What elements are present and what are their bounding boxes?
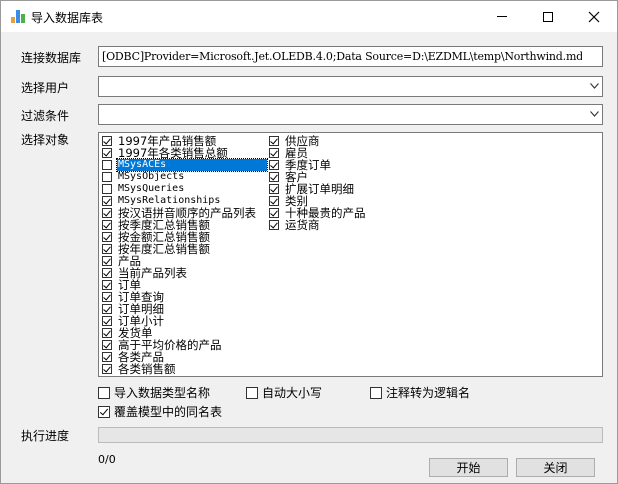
import-types-option[interactable]: 导入数据类型名称 <box>98 384 210 401</box>
object-list-item[interactable]: MSysACEs <box>102 158 268 172</box>
auto-case-option[interactable]: 自动大小写 <box>246 384 322 401</box>
filter-label: 过滤条件 <box>21 109 70 123</box>
objects-column-2: 供应商 雇员 季度订单 客户 扩展订单明细 类别 十种最贵的产品 运货商 <box>269 135 367 231</box>
title-bar[interactable]: 导入数据库表 <box>1 1 617 32</box>
object-checkbox[interactable] <box>102 352 112 362</box>
window-title: 导入数据库表 <box>31 11 104 25</box>
close-icon <box>588 11 600 22</box>
objects-label: 选择对象 <box>21 133 70 147</box>
object-checkbox[interactable] <box>102 136 112 146</box>
object-checkbox[interactable] <box>269 136 279 146</box>
comment-logic-checkbox[interactable] <box>370 386 382 399</box>
chevron-down-icon <box>590 111 599 117</box>
connection-field[interactable]: [ODBC]Provider=Microsoft.Jet.OLEDB.4.0;D… <box>98 46 603 67</box>
progress-count: 0/0 <box>98 453 116 466</box>
object-checkbox[interactable] <box>102 328 112 338</box>
object-label: MSysACEs <box>116 158 268 172</box>
overwrite-option[interactable]: 覆盖模型中的同名表 <box>98 403 222 420</box>
comment-logic-label: 注释转为逻辑名 <box>386 386 471 400</box>
object-checkbox[interactable] <box>102 184 112 194</box>
object-checkbox[interactable] <box>102 220 112 230</box>
minimize-icon <box>497 16 507 17</box>
import-types-checkbox[interactable] <box>98 386 110 399</box>
object-checkbox[interactable] <box>102 304 112 314</box>
progress-bar <box>98 427 603 443</box>
auto-case-checkbox[interactable] <box>246 386 258 399</box>
object-checkbox[interactable] <box>102 232 112 242</box>
object-checkbox[interactable] <box>102 160 112 170</box>
auto-case-label: 自动大小写 <box>262 386 323 400</box>
object-checkbox[interactable] <box>102 292 112 302</box>
filter-select[interactable] <box>98 104 603 125</box>
object-label: MSysObjects <box>118 171 185 182</box>
user-select[interactable] <box>98 76 603 97</box>
object-label: 运货商 <box>285 218 320 232</box>
object-checkbox[interactable] <box>269 184 279 194</box>
object-checkbox[interactable] <box>269 196 279 206</box>
object-list-item[interactable]: MSysQueries <box>102 183 267 195</box>
object-checkbox[interactable] <box>102 256 112 266</box>
maximize-button[interactable] <box>525 1 571 32</box>
minimize-button[interactable] <box>479 1 525 32</box>
comment-logic-option[interactable]: 注释转为逻辑名 <box>370 384 470 401</box>
object-list-item[interactable]: 供应商 <box>269 135 367 147</box>
object-checkbox[interactable] <box>102 244 112 254</box>
connection-label: 连接数据库 <box>21 51 82 65</box>
object-checkbox[interactable] <box>269 172 279 182</box>
object-checkbox[interactable] <box>102 316 112 326</box>
chevron-down-icon <box>590 83 599 89</box>
object-checkbox[interactable] <box>269 160 279 170</box>
object-list-item[interactable]: 运货商 <box>269 219 367 231</box>
object-label: 1997年各类销售总额 <box>118 146 228 160</box>
overwrite-checkbox[interactable] <box>98 405 110 418</box>
overwrite-label: 覆盖模型中的同名表 <box>114 405 223 419</box>
object-list-item[interactable]: 1997年各类销售总额 <box>102 147 267 159</box>
connection-string: [ODBC]Provider=Microsoft.Jet.OLEDB.4.0;D… <box>102 50 582 63</box>
object-checkbox[interactable] <box>102 364 112 374</box>
object-checkbox[interactable] <box>269 208 279 218</box>
object-checkbox[interactable] <box>102 280 112 290</box>
object-list-item[interactable]: 各类销售额 <box>102 363 267 375</box>
object-label: 各类销售额 <box>118 362 176 376</box>
objects-column-1: 1997年产品销售额 1997年各类销售总额 MSysACEs MSysObjects… <box>102 135 268 375</box>
start-button[interactable]: 开始 <box>429 458 508 477</box>
object-checkbox[interactable] <box>102 340 112 350</box>
object-checkbox[interactable] <box>102 208 112 218</box>
object-list-item[interactable]: MSysObjects <box>102 171 267 183</box>
object-list-item[interactable]: 季度订单 <box>269 159 367 171</box>
import-types-label: 导入数据类型名称 <box>114 386 211 400</box>
object-checkbox[interactable] <box>102 172 112 182</box>
object-checkbox[interactable] <box>269 148 279 158</box>
progress-label: 执行进度 <box>21 429 70 443</box>
object-list-item[interactable]: 扩展订单明细 <box>269 183 367 195</box>
import-dialog-window: 导入数据库表 连接数据库 [ODBC]Provider=Microsoft.Je… <box>0 0 618 484</box>
object-checkbox[interactable] <box>102 148 112 158</box>
close-button[interactable]: 关闭 <box>516 458 595 477</box>
object-label: MSysQueries <box>118 183 185 194</box>
object-checkbox[interactable] <box>102 268 112 278</box>
maximize-icon <box>543 11 553 22</box>
objects-checklist[interactable]: 1997年产品销售额 1997年各类销售总额 MSysACEs MSysObjects… <box>98 132 603 377</box>
close-window-button[interactable] <box>571 1 617 32</box>
app-chart-icon <box>11 10 25 23</box>
object-checkbox[interactable] <box>269 220 279 230</box>
object-checkbox[interactable] <box>102 196 112 206</box>
user-label: 选择用户 <box>21 81 70 95</box>
